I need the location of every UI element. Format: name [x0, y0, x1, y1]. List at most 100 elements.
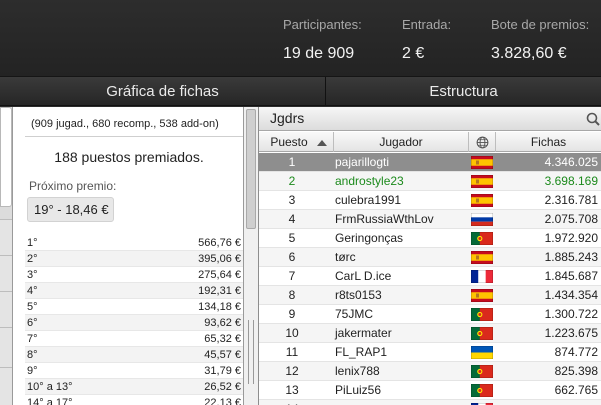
player-place: 2 — [288, 174, 296, 188]
player-name: tørc — [335, 250, 356, 264]
player-name: pajarillogti — [335, 155, 390, 169]
payout-amount: 275,64 € — [198, 269, 241, 281]
payout-place: 3° — [27, 269, 38, 281]
column-header-player[interactable]: Jugador — [334, 132, 469, 152]
player-chips: 4.346.025 — [544, 155, 598, 169]
player-name: FrmRussiaWthLov — [335, 212, 434, 226]
payout-place: 4° — [27, 285, 38, 297]
payout-place: 8° — [27, 349, 38, 361]
splitter-grip[interactable] — [248, 320, 254, 384]
side-cell — [0, 255, 12, 291]
divider — [25, 136, 243, 137]
payout-row: 2° 395,06 € — [25, 251, 243, 267]
player-name: culebra1991 — [335, 193, 402, 207]
payout-row: 3° 275,64 € — [25, 267, 243, 283]
column-header-chips[interactable]: Fichas — [496, 132, 601, 152]
payout-row: 4° 192,31 € — [25, 283, 243, 299]
side-cell — [0, 107, 12, 207]
sort-ascending-icon — [317, 140, 327, 146]
player-place: 14 — [259, 400, 325, 405]
payout-row: 14° a 17° 22,13 € — [25, 395, 243, 405]
player-name: Geringonças — [335, 231, 404, 245]
payout-place: 1° — [27, 237, 38, 249]
payout-amount: 26,52 € — [204, 381, 241, 393]
payout-amount: 22,13 € — [204, 397, 241, 405]
table-row[interactable]: 11 FL_RAP1 874.772 — [259, 343, 601, 362]
scrollbar[interactable] — [244, 107, 259, 405]
payout-row: 1° 566,76 € — [25, 235, 243, 251]
table-row[interactable]: 9 75JMC 1.300.722 — [259, 305, 601, 324]
player-place: 12 — [285, 364, 299, 378]
payout-row: 9° 31,79 € — [25, 363, 243, 379]
table-row[interactable]: 1 pajarillogti 4.346.025 — [259, 153, 601, 172]
table-row[interactable]: 3 culebra1991 2.316.781 — [259, 191, 601, 210]
player-place: 5 — [288, 231, 296, 245]
players-header: Jgdrs — [259, 107, 601, 131]
table-row[interactable]: 12 lenix788 825.398 — [259, 362, 601, 381]
players-table-body: 1 pajarillogti 4.346.025 2 androstyle23 3.698… — [259, 153, 601, 405]
pt-flag-icon — [470, 307, 494, 322]
player-name: PiLuiz56 — [335, 383, 382, 397]
payout-place: 6° — [27, 317, 38, 329]
player-place: 10 — [285, 326, 299, 340]
table-row[interactable]: 2 androstyle23 3.698.169 — [259, 172, 601, 191]
table-row[interactable]: 14 — [259, 400, 601, 405]
payout-amount: 93,62 € — [204, 317, 241, 329]
stat-value: 19 de 909 — [283, 45, 355, 62]
payout-place: 2° — [27, 253, 38, 265]
stat-label: Participantes: — [283, 17, 362, 32]
pt-flag-icon — [470, 383, 494, 398]
table-row[interactable]: 8 r8ts0153 1.434.354 — [259, 286, 601, 305]
scrollbar-thumb[interactable] — [246, 109, 256, 229]
payout-amount: 395,06 € — [198, 253, 241, 265]
tab-chip-graph[interactable]: Gráfica de fichas — [0, 77, 326, 106]
table-row[interactable]: 7 CarL D.ice 1.845.687 — [259, 267, 601, 286]
side-cell — [0, 291, 12, 327]
left-side-panel — [0, 107, 12, 405]
players-title: Jgdrs — [270, 110, 305, 126]
next-prize-label: Próximo premio: — [29, 179, 117, 193]
column-header-country[interactable] — [469, 132, 496, 152]
es-flag-icon — [470, 174, 494, 189]
payout-row: 5° 134,18 € — [25, 299, 243, 315]
players-table-header: Puesto Jugador Fichas — [259, 132, 601, 152]
stat-value: 3.828,60 € — [491, 45, 567, 62]
player-chips: 2.316.781 — [544, 193, 598, 207]
stat-label: Bote de premios: — [491, 17, 590, 32]
payout-amount: 134,18 € — [198, 301, 241, 313]
player-chips: 2.075.708 — [544, 212, 598, 226]
column-label: Puesto — [270, 135, 308, 149]
player-name: 75JMC — [335, 307, 374, 321]
column-header-place[interactable]: Puesto — [259, 132, 334, 152]
payout-place: 14° a 17° — [27, 397, 73, 405]
player-chips: 1.223.675 — [544, 326, 598, 340]
table-row[interactable]: 10 jakermater 1.223.675 — [259, 324, 601, 343]
payout-amount: 192,31 € — [198, 285, 241, 297]
tab-structure[interactable]: Estructura — [326, 77, 601, 106]
payout-row: 6° 93,62 € — [25, 315, 243, 331]
search-icon[interactable] — [585, 111, 601, 127]
stat-value: 2 € — [402, 45, 425, 62]
table-row[interactable]: 5 Geringonças 1.972.920 — [259, 229, 601, 248]
payout-row: 7° 65,32 € — [25, 331, 243, 347]
es-flag-icon — [470, 288, 494, 303]
player-place: 9 — [288, 307, 296, 321]
side-cell — [0, 327, 12, 367]
player-name: r8ts0153 — [335, 288, 382, 302]
table-row[interactable]: 6 tørc 1.885.243 — [259, 248, 601, 267]
payout-place: 5° — [27, 301, 38, 313]
player-name: jakermater — [335, 326, 392, 340]
player-place: 3 — [288, 193, 296, 207]
payout-place: 10° a 13° — [27, 381, 73, 393]
ru-flag-icon — [470, 212, 494, 227]
players-panel: Jgdrs Puesto Jugador Fichas 1 pajarillog… — [259, 107, 601, 405]
paid-places-text: 188 puestos premiados. — [54, 149, 204, 165]
tab-bar: Gráfica de fichas Estructura — [0, 76, 601, 106]
table-row[interactable]: 13 PiLuiz56 662.765 — [259, 381, 601, 400]
payout-amount: 65,32 € — [204, 333, 241, 345]
payout-amount: 31,79 € — [204, 365, 241, 377]
fr-flag-icon — [470, 269, 494, 284]
next-prize-value: 19° - 18,46 € — [27, 197, 114, 222]
table-row[interactable]: 4 FrmRussiaWthLov 2.075.708 — [259, 210, 601, 229]
player-place: 6 — [288, 250, 296, 264]
